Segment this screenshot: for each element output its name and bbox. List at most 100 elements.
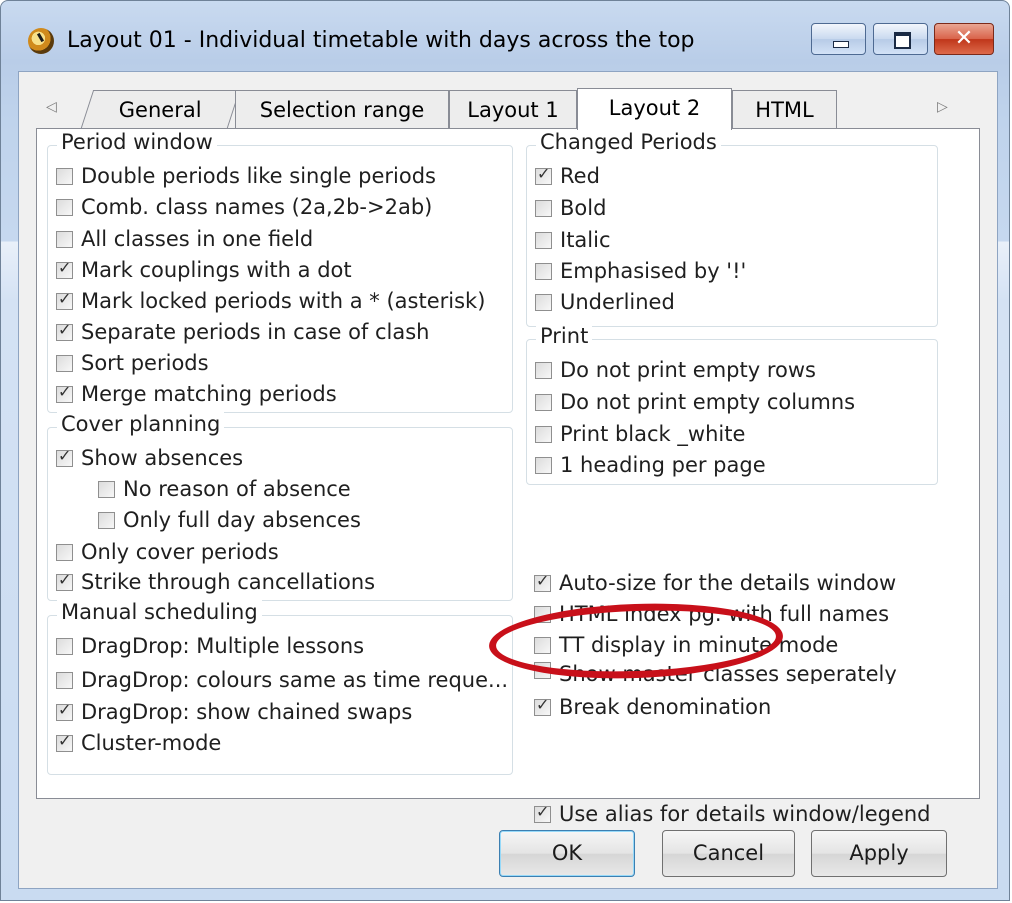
checkbox-show-absences[interactable]: Show absences [56,446,243,470]
checkbox-heading-per-page[interactable]: 1 heading per page [535,453,766,477]
checkbox-box [535,425,552,443]
minimize-button[interactable] [811,23,866,55]
checkbox-no-empty-columns[interactable]: Do not print empty columns [535,390,855,414]
checkbox-label: DragDrop: colours same as time reque... [81,668,509,692]
tab-layout-1-label: Layout 1 [467,98,559,122]
checkbox-use-alias[interactable]: Use alias for details window/legend [534,802,931,826]
checkbox-box [535,393,552,411]
checkbox-label: DragDrop: Multiple lessons [81,634,365,658]
tab-scroll-right-icon[interactable]: ▷ [937,99,948,115]
checkbox-box [98,480,115,498]
tab-scroll-left-icon[interactable]: ◁ [46,99,57,115]
checkbox-cluster-mode[interactable]: Cluster-mode [56,731,221,755]
checkbox-only-full-day[interactable]: Only full day absences [98,508,361,532]
group-cover-planning: Cover planning Show absences No reason o… [47,412,513,601]
checkbox-label: 1 heading per page [560,453,766,477]
checkbox-print-black-white[interactable]: Print black _white [535,422,745,446]
checkbox-mark-locked-periods[interactable]: Mark locked periods with a * (asterisk) [56,289,485,313]
checkbox-label: Double periods like single periods [81,164,436,188]
ok-button[interactable]: OK [499,830,635,877]
checkbox-dragdrop-multiple[interactable]: DragDrop: Multiple lessons [56,634,364,658]
checkbox-label: Use alias for details window/legend [559,802,931,826]
checkbox-auto-size[interactable]: Auto-size for the details window [534,571,896,595]
checkbox-break-denomination[interactable]: Break denomination [534,695,771,719]
checkbox-comb-class-names[interactable]: Comb. class names (2a,2b->2ab) [56,195,432,219]
checkbox-box [535,231,552,249]
group-title: Print [536,324,593,348]
title-bar[interactable]: Layout 01 - Individual timetable with da… [1,1,1009,71]
checkbox-label: No reason of absence [123,477,351,501]
checkbox-label: Sort periods [81,351,209,375]
checkbox-box [56,671,73,689]
checkbox-label: Do not print empty columns [560,390,856,414]
checkbox-label: Show absences [81,446,244,470]
checkbox-no-empty-rows[interactable]: Do not print empty rows [535,358,816,382]
checkbox-label: Do not print empty rows [560,358,816,382]
checkbox-merge-matching[interactable]: Merge matching periods [56,382,337,406]
group-title: Cover planning [57,412,225,436]
checkbox-mark-couplings[interactable]: Mark couplings with a dot [56,258,352,282]
checkbox-label: Mark couplings with a dot [81,258,352,282]
tab-panel-layout-2: Period window Double periods like single… [36,128,980,826]
checkbox-box [56,198,73,216]
checkbox-box [56,731,73,752]
checkbox-label: Only cover periods [81,540,279,564]
group-title: Period window [57,130,217,154]
checkbox-double-periods[interactable]: Double periods like single periods [56,164,436,188]
checkbox-only-cover-periods[interactable]: Only cover periods [56,540,279,564]
checkbox-label: Break denomination [559,695,772,719]
checkbox-label: Merge matching periods [81,382,337,406]
dialog-client-area: ◁ ▷ General Selection range Layout 1 Lay… [18,71,998,889]
checkbox-dragdrop-chained[interactable]: DragDrop: show chained swaps [56,700,412,724]
close-button[interactable]: ✕ [934,23,994,55]
cancel-button[interactable]: Cancel [662,830,795,877]
checkbox-all-classes-one-field[interactable]: All classes in one field [56,227,313,251]
tab-general[interactable]: General [80,90,241,128]
tab-layout-2[interactable]: Layout 2 [577,88,732,130]
checkbox-box [56,637,73,655]
checkbox-strike-through[interactable]: Strike through cancellations [56,570,375,594]
apply-button[interactable]: Apply [811,830,947,877]
checkbox-box [56,258,73,279]
checkbox-label: Print black _white [560,422,746,446]
checkbox-red[interactable]: Red [535,164,600,188]
checkbox-separate-periods[interactable]: Separate periods in case of clash [56,320,429,344]
checkbox-bold[interactable]: Bold [535,196,606,220]
close-icon: ✕ [954,26,974,51]
checkbox-label: Underlined [560,290,675,314]
checkbox-label: DragDrop: show chained swaps [81,700,413,724]
checkbox-box [534,802,551,823]
checkbox-box [56,570,73,591]
checkbox-dragdrop-colours[interactable]: DragDrop: colours same as time reque... [56,668,508,692]
checkbox-label: Cluster-mode [81,731,222,755]
checkbox-label: Emphasised by '!' [560,259,747,283]
tab-html[interactable]: HTML [732,90,837,128]
checkbox-box [535,456,552,474]
checkbox-box [56,354,73,372]
checkbox-box [56,446,73,467]
checkbox-label: Comb. class names (2a,2b->2ab) [81,195,433,219]
checkbox-box [56,230,73,248]
checkbox-box [534,695,551,716]
checkbox-box [56,382,73,403]
checkbox-box [535,199,552,217]
checkbox-label: Red [560,164,600,188]
group-manual-scheduling: Manual scheduling DragDrop: Multiple les… [47,600,513,775]
checkbox-box [535,164,552,185]
checkbox-no-reason-absence[interactable]: No reason of absence [98,477,351,501]
tab-selection-range[interactable]: Selection range [235,90,449,128]
tab-layout-1[interactable]: Layout 1 [449,90,577,128]
checkbox-emphasised[interactable]: Emphasised by '!' [535,259,746,283]
maximize-button[interactable] [873,23,928,55]
checkbox-box [535,262,552,280]
window-title: Layout 01 - Individual timetable with da… [67,28,695,53]
tab-selection-range-label: Selection range [259,98,425,122]
checkbox-italic[interactable]: Italic [535,228,611,252]
checkbox-sort-periods[interactable]: Sort periods [56,351,209,375]
tab-html-label: HTML [755,98,814,122]
group-title: Manual scheduling [57,600,262,624]
checkbox-underlined[interactable]: Underlined [535,290,675,314]
tab-layout-2-label: Layout 2 [608,96,701,120]
checkbox-label: Bold [560,196,607,220]
checkbox-label: Mark locked periods with a * (asterisk) [81,289,486,313]
